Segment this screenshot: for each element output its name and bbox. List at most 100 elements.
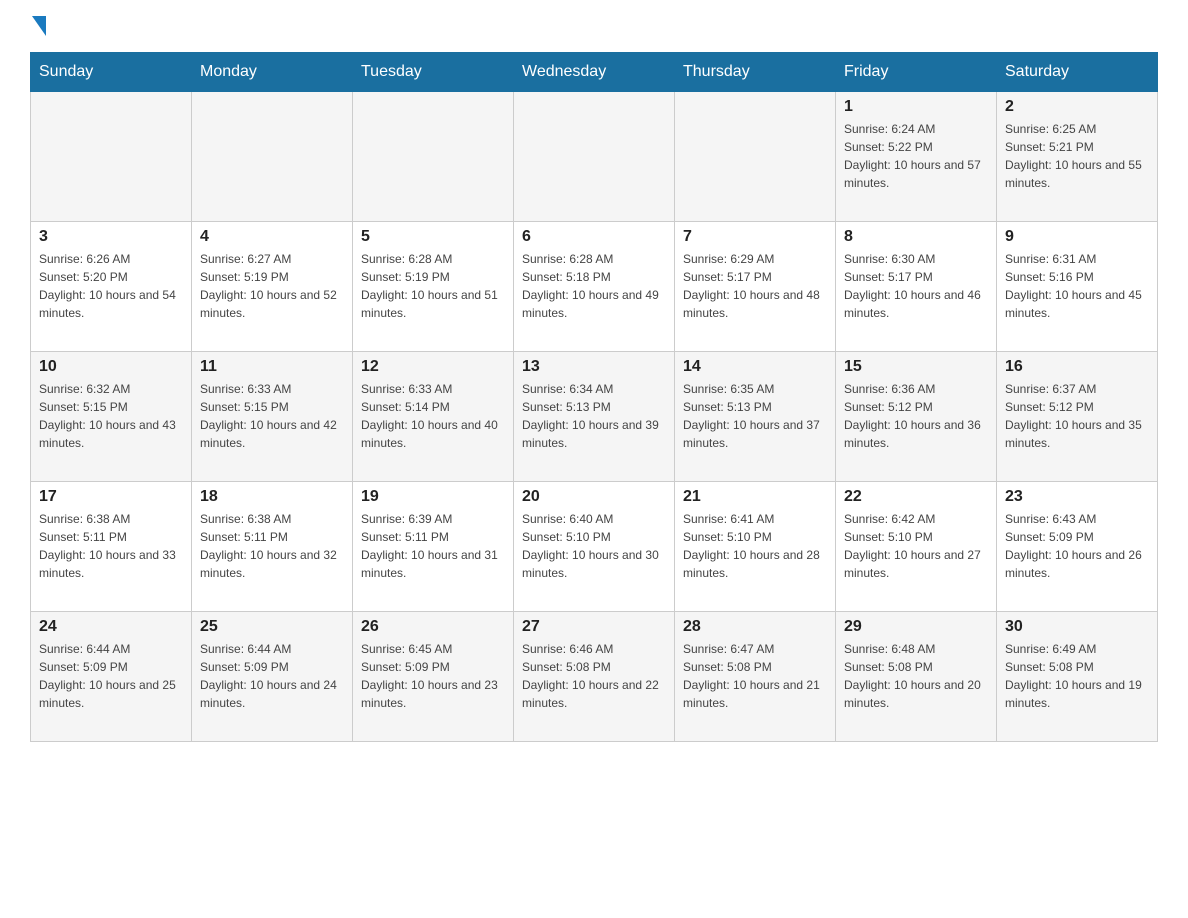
day-info: Sunrise: 6:44 AMSunset: 5:09 PMDaylight:… bbox=[39, 640, 183, 712]
day-number: 20 bbox=[522, 488, 666, 506]
day-number: 11 bbox=[200, 358, 344, 376]
calendar-week-row: 24 Sunrise: 6:44 AMSunset: 5:09 PMDayligh… bbox=[31, 612, 1158, 742]
day-number: 12 bbox=[361, 358, 505, 376]
calendar-cell: 29Sunrise: 6:48 AMSunset: 5:08 PMDayligh… bbox=[836, 612, 997, 742]
calendar-cell: 10Sunrise: 6:32 AMSunset: 5:15 PMDayligh… bbox=[31, 352, 192, 482]
day-info: Sunrise: 6:32 AMSunset: 5:15 PMDaylight:… bbox=[39, 380, 183, 452]
day-number: 18 bbox=[200, 488, 344, 506]
weekday-header-tuesday: Tuesday bbox=[353, 53, 514, 92]
day-number: 15 bbox=[844, 358, 988, 376]
day-number: 28 bbox=[683, 618, 827, 636]
calendar-cell: 13Sunrise: 6:34 AMSunset: 5:13 PMDayligh… bbox=[514, 352, 675, 482]
calendar-cell: 15Sunrise: 6:36 AMSunset: 5:12 PMDayligh… bbox=[836, 352, 997, 482]
day-info: Sunrise: 6:33 AMSunset: 5:15 PMDaylight:… bbox=[200, 380, 344, 452]
calendar-cell: 11 Sunrise: 6:33 AMSunset: 5:15 PMDayligh… bbox=[192, 352, 353, 482]
weekday-header-friday: Friday bbox=[836, 53, 997, 92]
day-info: Sunrise: 6:47 AMSunset: 5:08 PMDaylight:… bbox=[683, 640, 827, 712]
weekday-header-monday: Monday bbox=[192, 53, 353, 92]
calendar-cell: 12 Sunrise: 6:33 AMSunset: 5:14 PMDayligh… bbox=[353, 352, 514, 482]
day-number: 3 bbox=[39, 228, 183, 246]
calendar-cell bbox=[192, 92, 353, 222]
calendar-cell: 24 Sunrise: 6:44 AMSunset: 5:09 PMDayligh… bbox=[31, 612, 192, 742]
day-info: Sunrise: 6:29 AMSunset: 5:17 PMDaylight:… bbox=[683, 250, 827, 322]
day-info: Sunrise: 6:39 AMSunset: 5:11 PMDaylight:… bbox=[361, 510, 505, 582]
day-info: Sunrise: 6:28 AMSunset: 5:18 PMDaylight:… bbox=[522, 250, 666, 322]
day-number: 14 bbox=[683, 358, 827, 376]
day-info: Sunrise: 6:42 AMSunset: 5:10 PMDaylight:… bbox=[844, 510, 988, 582]
calendar-cell: 9 Sunrise: 6:31 AMSunset: 5:16 PMDaylight… bbox=[997, 222, 1158, 352]
calendar-cell: 5 Sunrise: 6:28 AMSunset: 5:19 PMDaylight… bbox=[353, 222, 514, 352]
logo-triangle-icon bbox=[32, 16, 46, 36]
logo bbox=[30, 20, 46, 32]
calendar-cell: 30 Sunrise: 6:49 AMSunset: 5:08 PMDayligh… bbox=[997, 612, 1158, 742]
weekday-header-thursday: Thursday bbox=[675, 53, 836, 92]
calendar-cell: 20Sunrise: 6:40 AMSunset: 5:10 PMDayligh… bbox=[514, 482, 675, 612]
day-info: Sunrise: 6:26 AMSunset: 5:20 PMDaylight:… bbox=[39, 250, 183, 322]
calendar-cell bbox=[514, 92, 675, 222]
day-info: Sunrise: 6:33 AMSunset: 5:14 PMDaylight:… bbox=[361, 380, 505, 452]
day-number: 6 bbox=[522, 228, 666, 246]
calendar-header-row: SundayMondayTuesdayWednesdayThursdayFrid… bbox=[31, 53, 1158, 92]
day-info: Sunrise: 6:43 AMSunset: 5:09 PMDaylight:… bbox=[1005, 510, 1149, 582]
day-number: 4 bbox=[200, 228, 344, 246]
day-info: Sunrise: 6:45 AMSunset: 5:09 PMDaylight:… bbox=[361, 640, 505, 712]
calendar-week-row: 10Sunrise: 6:32 AMSunset: 5:15 PMDayligh… bbox=[31, 352, 1158, 482]
day-number: 27 bbox=[522, 618, 666, 636]
calendar-cell: 28 Sunrise: 6:47 AMSunset: 5:08 PMDayligh… bbox=[675, 612, 836, 742]
calendar-cell: 7Sunrise: 6:29 AMSunset: 5:17 PMDaylight… bbox=[675, 222, 836, 352]
calendar-week-row: 3 Sunrise: 6:26 AMSunset: 5:20 PMDaylight… bbox=[31, 222, 1158, 352]
calendar-cell: 19 Sunrise: 6:39 AMSunset: 5:11 PMDayligh… bbox=[353, 482, 514, 612]
calendar-cell bbox=[353, 92, 514, 222]
day-number: 5 bbox=[361, 228, 505, 246]
day-info: Sunrise: 6:34 AMSunset: 5:13 PMDaylight:… bbox=[522, 380, 666, 452]
day-info: Sunrise: 6:25 AMSunset: 5:21 PMDaylight:… bbox=[1005, 120, 1149, 192]
calendar-cell: 26 Sunrise: 6:45 AMSunset: 5:09 PMDayligh… bbox=[353, 612, 514, 742]
weekday-header-wednesday: Wednesday bbox=[514, 53, 675, 92]
calendar-cell bbox=[675, 92, 836, 222]
day-info: Sunrise: 6:48 AMSunset: 5:08 PMDaylight:… bbox=[844, 640, 988, 712]
calendar-cell: 1Sunrise: 6:24 AMSunset: 5:22 PMDaylight… bbox=[836, 92, 997, 222]
calendar-week-row: 17 Sunrise: 6:38 AMSunset: 5:11 PMDayligh… bbox=[31, 482, 1158, 612]
day-info: Sunrise: 6:41 AMSunset: 5:10 PMDaylight:… bbox=[683, 510, 827, 582]
day-info: Sunrise: 6:27 AMSunset: 5:19 PMDaylight:… bbox=[200, 250, 344, 322]
calendar-cell bbox=[31, 92, 192, 222]
calendar-week-row: 1Sunrise: 6:24 AMSunset: 5:22 PMDaylight… bbox=[31, 92, 1158, 222]
calendar-cell: 23 Sunrise: 6:43 AMSunset: 5:09 PMDayligh… bbox=[997, 482, 1158, 612]
day-number: 21 bbox=[683, 488, 827, 506]
calendar-cell: 8 Sunrise: 6:30 AMSunset: 5:17 PMDaylight… bbox=[836, 222, 997, 352]
day-number: 26 bbox=[361, 618, 505, 636]
calendar-cell: 27 Sunrise: 6:46 AMSunset: 5:08 PMDayligh… bbox=[514, 612, 675, 742]
day-info: Sunrise: 6:31 AMSunset: 5:16 PMDaylight:… bbox=[1005, 250, 1149, 322]
page-header bbox=[30, 20, 1158, 32]
day-info: Sunrise: 6:44 AMSunset: 5:09 PMDaylight:… bbox=[200, 640, 344, 712]
day-number: 9 bbox=[1005, 228, 1149, 246]
day-number: 25 bbox=[200, 618, 344, 636]
day-number: 30 bbox=[1005, 618, 1149, 636]
day-number: 19 bbox=[361, 488, 505, 506]
calendar-cell: 18 Sunrise: 6:38 AMSunset: 5:11 PMDayligh… bbox=[192, 482, 353, 612]
day-number: 8 bbox=[844, 228, 988, 246]
calendar-cell: 25 Sunrise: 6:44 AMSunset: 5:09 PMDayligh… bbox=[192, 612, 353, 742]
day-info: Sunrise: 6:49 AMSunset: 5:08 PMDaylight:… bbox=[1005, 640, 1149, 712]
day-number: 22 bbox=[844, 488, 988, 506]
day-info: Sunrise: 6:28 AMSunset: 5:19 PMDaylight:… bbox=[361, 250, 505, 322]
calendar-table: SundayMondayTuesdayWednesdayThursdayFrid… bbox=[30, 52, 1158, 742]
weekday-header-saturday: Saturday bbox=[997, 53, 1158, 92]
weekday-header-sunday: Sunday bbox=[31, 53, 192, 92]
day-number: 2 bbox=[1005, 98, 1149, 116]
day-number: 17 bbox=[39, 488, 183, 506]
day-number: 23 bbox=[1005, 488, 1149, 506]
day-info: Sunrise: 6:38 AMSunset: 5:11 PMDaylight:… bbox=[200, 510, 344, 582]
day-number: 1 bbox=[844, 98, 988, 116]
day-info: Sunrise: 6:46 AMSunset: 5:08 PMDaylight:… bbox=[522, 640, 666, 712]
day-info: Sunrise: 6:30 AMSunset: 5:17 PMDaylight:… bbox=[844, 250, 988, 322]
day-number: 16 bbox=[1005, 358, 1149, 376]
calendar-cell: 22 Sunrise: 6:42 AMSunset: 5:10 PMDayligh… bbox=[836, 482, 997, 612]
calendar-cell: 3 Sunrise: 6:26 AMSunset: 5:20 PMDaylight… bbox=[31, 222, 192, 352]
calendar-cell: 4 Sunrise: 6:27 AMSunset: 5:19 PMDaylight… bbox=[192, 222, 353, 352]
calendar-cell: 14 Sunrise: 6:35 AMSunset: 5:13 PMDayligh… bbox=[675, 352, 836, 482]
day-info: Sunrise: 6:35 AMSunset: 5:13 PMDaylight:… bbox=[683, 380, 827, 452]
day-number: 24 bbox=[39, 618, 183, 636]
calendar-cell: 21 Sunrise: 6:41 AMSunset: 5:10 PMDayligh… bbox=[675, 482, 836, 612]
logo-text bbox=[30, 20, 46, 36]
